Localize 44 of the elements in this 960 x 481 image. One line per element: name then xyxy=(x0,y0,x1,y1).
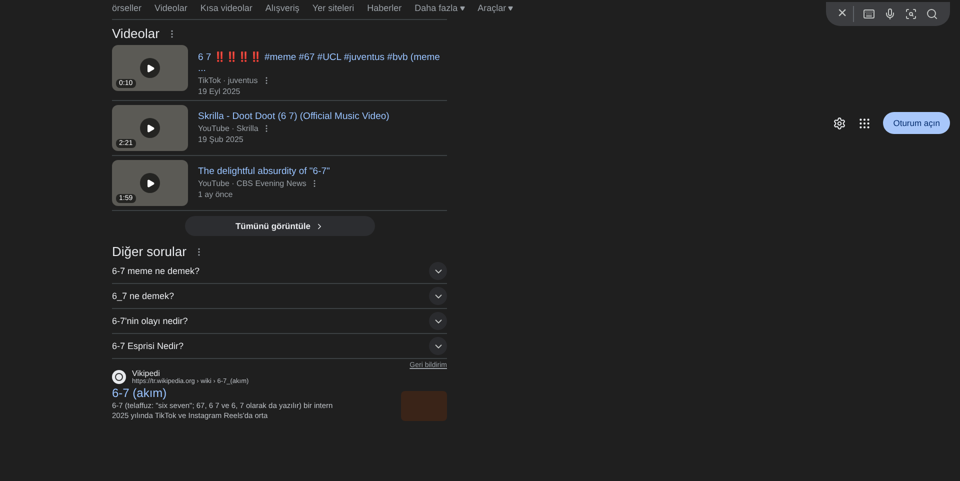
site-logo-icon xyxy=(112,370,126,384)
sign-in-button[interactable]: Oturum açın xyxy=(883,112,950,134)
video-title[interactable]: 6 7 ‼‼‼‼ #meme #67 #UCL #juventus #bvb (meme ... xyxy=(198,51,447,74)
keyboard-icon[interactable] xyxy=(863,8,875,20)
search-tab[interactable]: Daha fazla xyxy=(414,3,465,13)
play-icon xyxy=(140,173,160,193)
view-all-button[interactable]: Tümünü görüntüle xyxy=(184,216,374,236)
play-icon xyxy=(140,58,160,78)
camera-search-icon[interactable] xyxy=(905,8,917,20)
video-source: YouTube · Skrilla xyxy=(198,124,258,133)
question-text[interactable]: 6-7'nin olayı nedir? xyxy=(112,316,188,326)
chevron-down-icon[interactable] xyxy=(429,312,447,330)
section-title: Diğer sorular xyxy=(112,244,186,259)
clear-button[interactable]: × xyxy=(838,6,854,22)
search-icon[interactable] xyxy=(926,8,938,20)
settings-icon[interactable] xyxy=(833,116,846,130)
search-tab[interactable]: Yer siteleri xyxy=(312,3,354,13)
apps-grid-icon[interactable] xyxy=(858,116,872,130)
section-title: Videolar xyxy=(112,26,160,41)
chevron-down-icon[interactable] xyxy=(429,287,447,305)
search-tab[interactable]: Kısa videolar xyxy=(200,3,252,13)
search-tab[interactable]: Araçlar xyxy=(478,3,514,13)
video-title[interactable]: Skrilla - Doot Doot (6 7) (Official Music Video) xyxy=(198,111,390,122)
question-text[interactable]: 6-7 meme ne demek? xyxy=(112,266,200,276)
search-tab[interactable]: Videolar xyxy=(154,3,188,13)
chevron-down-icon[interactable] xyxy=(429,262,447,280)
video-date: 1 ay önce xyxy=(198,190,234,199)
site-name: Vikipedi xyxy=(132,369,161,378)
chevron-down-icon[interactable] xyxy=(429,337,447,355)
question-text[interactable]: 6_7 ne demek? xyxy=(112,291,174,301)
video-date: 19 Şub 2025 xyxy=(198,135,244,144)
search-tab[interactable]: Haberler xyxy=(367,3,402,13)
video-title[interactable]: The delightful absurdity of "6-7" xyxy=(198,166,330,177)
search-tab[interactable]: örseller xyxy=(112,3,142,13)
search-tab[interactable]: Alışveriş xyxy=(265,3,300,13)
video-source: TikTok · juventus xyxy=(198,76,258,85)
question-text[interactable]: 6-7 Esprisi Nedir? xyxy=(112,341,184,351)
video-source: YouTube · CBS Evening News xyxy=(198,179,306,188)
video-date: 19 Eyl 2025 xyxy=(198,87,242,96)
search-bar[interactable]: × xyxy=(826,2,950,26)
photo-placeholder xyxy=(401,390,447,421)
microphone-icon[interactable] xyxy=(884,8,896,20)
play-icon xyxy=(140,118,160,138)
result-title[interactable]: 6-7 (akım) xyxy=(112,386,391,400)
